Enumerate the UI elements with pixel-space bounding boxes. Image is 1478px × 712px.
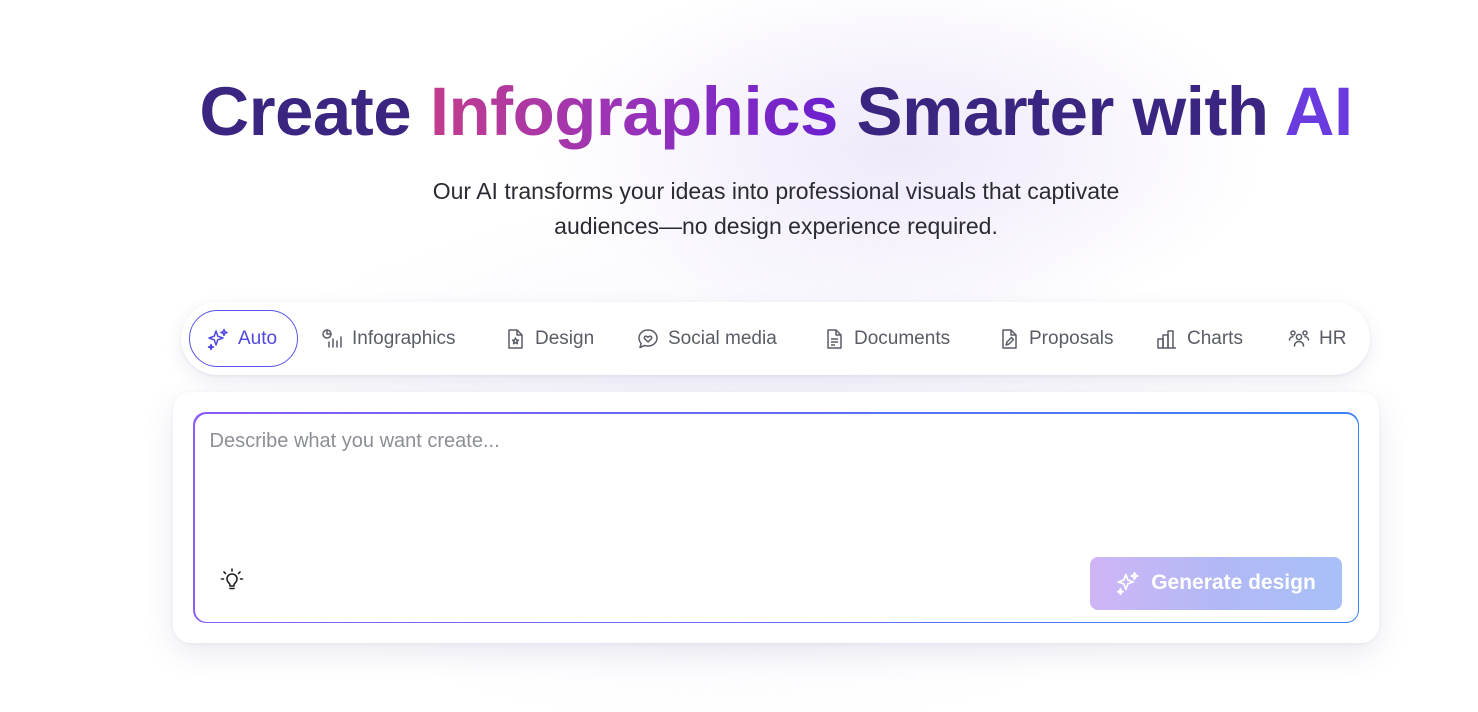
document-icon — [827, 328, 842, 349]
tab-auto-label: Auto — [238, 327, 278, 349]
hero-title-create: Create — [199, 73, 412, 150]
tab-documents[interactable]: Documents — [822, 310, 950, 367]
prompt-card: Generate design — [173, 392, 1379, 643]
proposal-pen-icon — [1002, 328, 1017, 349]
tab-proposals[interactable]: Proposals — [997, 310, 1114, 367]
infographics-icon — [322, 328, 342, 348]
prompt-box: Generate design — [193, 412, 1359, 623]
hero-title-infographics: Infographics — [429, 73, 839, 150]
hero-subtitle: Our AI transforms your ideas into profes… — [0, 174, 1478, 244]
chat-heart-icon — [638, 328, 658, 348]
tab-hr[interactable]: HR — [1287, 310, 1346, 367]
tab-infographics[interactable]: Infographics — [320, 310, 456, 367]
tab-hr-label: HR — [1319, 327, 1347, 349]
hero-title-smarter-with: Smarter with — [856, 73, 1269, 150]
tab-design[interactable]: Design — [503, 310, 594, 367]
lightbulb-icon — [220, 567, 243, 589]
prompt-input[interactable] — [209, 429, 1310, 540]
prompt-inner: Generate design — [194, 413, 1358, 622]
tab-infographics-label: Infographics — [352, 327, 456, 349]
hero-subtitle-line-2: audiences—no design experience required. — [554, 213, 998, 239]
tab-documents-label: Documents — [854, 327, 951, 349]
idea-button[interactable] — [217, 565, 247, 595]
tab-charts-label: Charts — [1187, 327, 1243, 349]
sparkles-icon — [207, 328, 228, 350]
people-icon — [1288, 329, 1310, 347]
hero-subtitle-line-1: Our AI transforms your ideas into profes… — [432, 178, 1120, 204]
tab-social-media-label: Social media — [668, 327, 777, 349]
tab-social-media[interactable]: Social media — [636, 310, 777, 367]
design-file-icon — [508, 328, 523, 349]
tab-charts[interactable]: Charts — [1155, 310, 1243, 367]
generate-design-label: Generate design — [1151, 571, 1316, 594]
tab-design-label: Design — [535, 327, 595, 349]
category-tabs: Auto Infographics Design Social media Do… — [181, 302, 1370, 375]
hero-title-ai: AI — [1284, 73, 1354, 150]
tab-auto[interactable]: Auto — [189, 310, 298, 367]
generate-design-button[interactable]: Generate design — [1089, 556, 1342, 610]
tab-proposals-label: Proposals — [1029, 327, 1114, 349]
bar-chart-icon — [1157, 329, 1176, 349]
sparkles-icon — [1117, 571, 1139, 596]
hero-title: Create Infographics Smarter with AI — [0, 72, 1478, 152]
